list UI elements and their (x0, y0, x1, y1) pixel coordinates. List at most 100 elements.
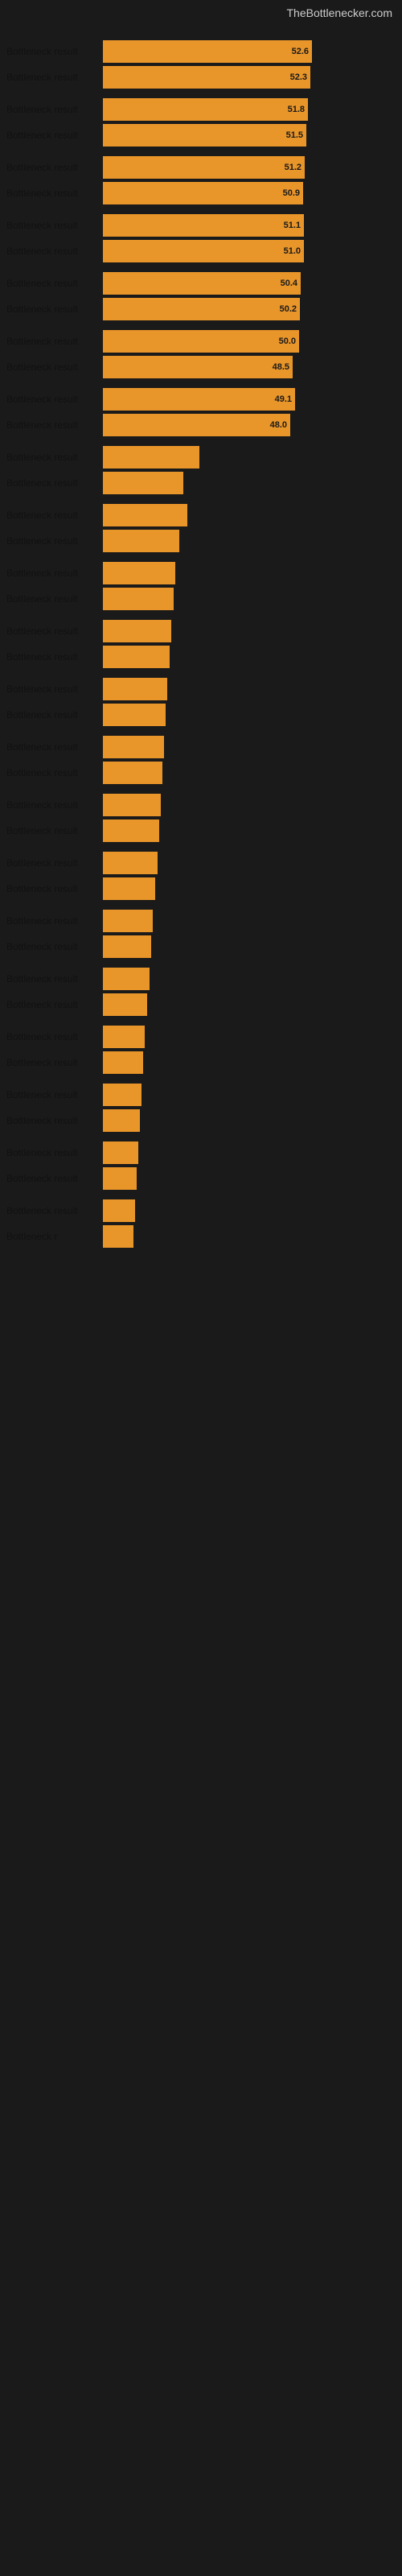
bar (103, 1225, 133, 1248)
bar-label: Bottleneck result (6, 683, 103, 695)
bar-row: Bottleneck result (0, 588, 402, 610)
bar-row: Bottleneck result51.0 (0, 240, 402, 262)
bar-label: Bottleneck result (6, 535, 103, 547)
bar-wrapper (103, 910, 396, 932)
bar-row: Bottleneck result (0, 504, 402, 526)
bar (103, 1199, 135, 1222)
bar: 50.2 (103, 298, 300, 320)
bar-value: 51.8 (288, 105, 305, 114)
bar-label: Bottleneck result (6, 1115, 103, 1126)
bar-wrapper (103, 678, 396, 700)
bar (103, 678, 167, 700)
bar-row: Bottleneck result (0, 762, 402, 784)
bar-wrapper (103, 446, 396, 469)
bar-row: Bottleneck result (0, 646, 402, 668)
bar-label: Bottleneck result (6, 1031, 103, 1042)
bar-row: Bottleneck result (0, 1051, 402, 1074)
bar-wrapper: 48.5 (103, 356, 396, 378)
bar-label: Bottleneck result (6, 278, 103, 289)
bar (103, 819, 159, 842)
bar (103, 877, 155, 900)
bar-row: Bottleneck result (0, 678, 402, 700)
bar-wrapper (103, 562, 396, 584)
bar (103, 1167, 137, 1190)
bar-wrapper (103, 794, 396, 816)
bar-label: Bottleneck result (6, 883, 103, 894)
bar-row: Bottleneck result 51.8 (0, 98, 402, 121)
bar-label: Bottleneck result (6, 246, 103, 257)
bar-label: Bottleneck result (6, 46, 103, 57)
bar-label: Bottleneck result (6, 709, 103, 720)
bar-row: Bottleneck result (0, 1167, 402, 1190)
bar-label: Bottleneck r (6, 1231, 103, 1242)
bar-wrapper (103, 1141, 396, 1164)
bar-wrapper (103, 736, 396, 758)
bar-value: 51.1 (284, 221, 301, 230)
bar-row: Bottleneck result (0, 704, 402, 726)
bar-row: Bottleneck result51.5 (0, 124, 402, 147)
bar-row: Bottleneck result50.0 (0, 330, 402, 353)
bar (103, 504, 187, 526)
bar-wrapper: 50.4 (103, 272, 396, 295)
bar (103, 1084, 142, 1106)
bar-wrapper: 51.5 (103, 124, 396, 147)
bar-row: Bottleneck result 52.3 (0, 66, 402, 89)
bar-wrapper (103, 819, 396, 842)
bar-value: 51.2 (285, 163, 302, 172)
bar-row: Bottleneck result (0, 910, 402, 932)
bar-label: Bottleneck result (6, 72, 103, 83)
bar-row: Bottleneck result (0, 993, 402, 1016)
bar-label: Bottleneck result (6, 510, 103, 521)
bar-wrapper (103, 1199, 396, 1222)
bar (103, 1051, 143, 1074)
bar (103, 562, 175, 584)
bar: 51.2 (103, 156, 305, 179)
bar-label: Bottleneck result (6, 394, 103, 405)
bar: 51.1 (103, 214, 304, 237)
bar: 52.3 (103, 66, 310, 89)
bar (103, 620, 171, 642)
bar (103, 530, 179, 552)
bar (103, 762, 162, 784)
bar-wrapper (103, 504, 396, 526)
bar-label: Bottleneck result (6, 767, 103, 778)
bar-row: Bottleneck result (0, 1109, 402, 1132)
bar-label: Bottleneck result (6, 1173, 103, 1184)
bar-wrapper (103, 968, 396, 990)
bar-wrapper: 50.9 (103, 182, 396, 204)
bar-label: Bottleneck result (6, 1057, 103, 1068)
bar-value: 52.3 (290, 72, 307, 82)
bar-wrapper: 52.6 (103, 40, 396, 63)
bar-label: Bottleneck result (6, 973, 103, 985)
bar-label: Bottleneck result (6, 651, 103, 663)
bar-label: Bottleneck result (6, 1205, 103, 1216)
bar (103, 935, 151, 958)
bar-wrapper: 50.0 (103, 330, 396, 353)
bar-wrapper (103, 588, 396, 610)
bar-label: Bottleneck result (6, 1089, 103, 1100)
bar (103, 1026, 145, 1048)
bar: 48.0 (103, 414, 290, 436)
bar-wrapper (103, 704, 396, 726)
bar-row: Bottleneck result (0, 1084, 402, 1106)
site-title: TheBottlenecker.com (286, 6, 392, 19)
bar-row: Bottleneck r (0, 1225, 402, 1248)
bar-value: 50.4 (281, 279, 297, 288)
site-header: TheBottlenecker.com (0, 0, 402, 26)
bar (103, 1141, 138, 1164)
bar-wrapper (103, 935, 396, 958)
bar-value: 48.0 (270, 420, 287, 430)
bar: 51.5 (103, 124, 306, 147)
bar-wrapper (103, 1051, 396, 1074)
bar (103, 1109, 140, 1132)
bar-value: 51.5 (286, 130, 303, 140)
bar (103, 704, 166, 726)
bar-row: Bottleneck result (0, 1141, 402, 1164)
bar-wrapper: 48.0 (103, 414, 396, 436)
bar-label: Bottleneck result (6, 625, 103, 637)
bar-wrapper (103, 1109, 396, 1132)
bar-value: 49.1 (275, 394, 292, 404)
bar-wrapper (103, 993, 396, 1016)
bar-value: 50.9 (283, 188, 300, 198)
bar-label: Bottleneck result (6, 104, 103, 115)
